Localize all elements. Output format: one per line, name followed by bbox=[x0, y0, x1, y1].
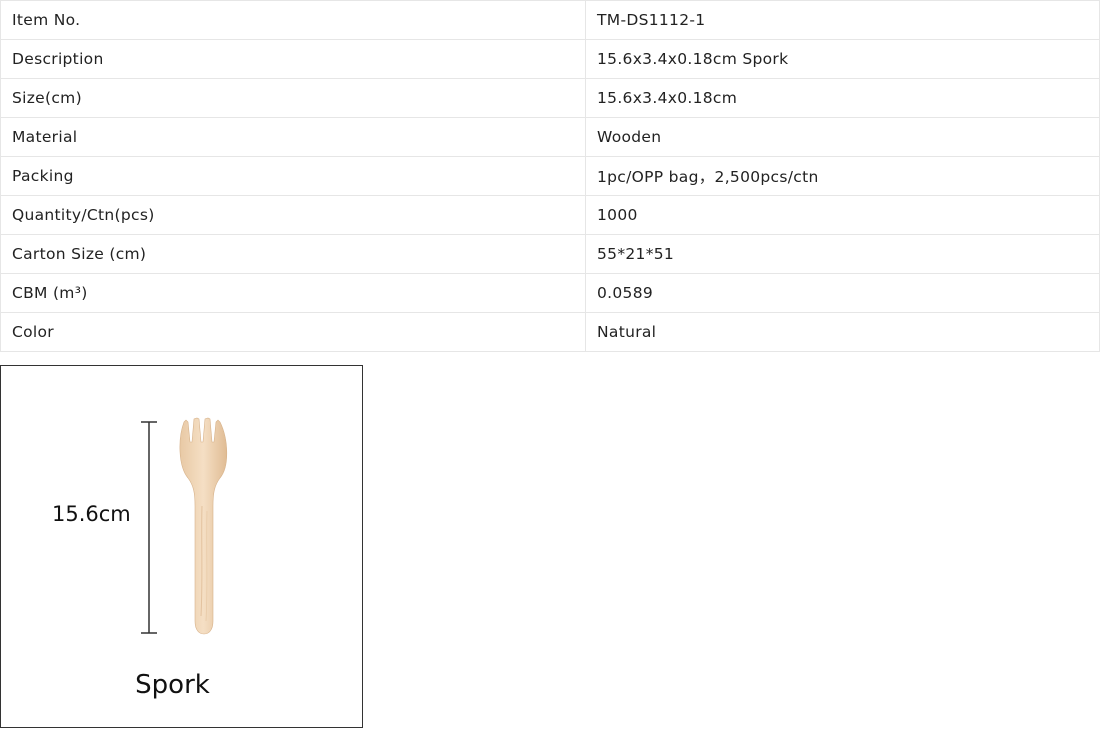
dimension-label: 15.6cm bbox=[52, 502, 131, 526]
spec-label: Description bbox=[0, 39, 586, 79]
spec-row: CBM (m³) 0.0589 bbox=[0, 273, 1100, 313]
spec-row: Size(cm) 15.6x3.4x0.18cm bbox=[0, 78, 1100, 118]
spec-value: 15.6x3.4x0.18cm bbox=[585, 78, 1100, 118]
spec-table: Item No. TM-DS1112-1 Description 15.6x3.4x0… bbox=[0, 0, 1100, 352]
spec-row: Description 15.6x3.4x0.18cm Spork bbox=[0, 39, 1100, 79]
spec-row: Quantity/Ctn(pcs) 1000 bbox=[0, 195, 1100, 235]
spec-label: Size(cm) bbox=[0, 78, 586, 118]
spec-row: Item No. TM-DS1112-1 bbox=[0, 0, 1100, 40]
spec-label: Item No. bbox=[0, 0, 586, 40]
spec-value: 1000 bbox=[585, 195, 1100, 235]
spec-value: 1pc/OPP bag，2,500pcs/ctn bbox=[585, 156, 1100, 196]
spec-label: CBM (m³) bbox=[0, 273, 586, 313]
spec-value: TM-DS1112-1 bbox=[585, 0, 1100, 40]
spec-row: Color Natural bbox=[0, 312, 1100, 352]
spec-label: Carton Size (cm) bbox=[0, 234, 586, 274]
spec-value: 0.0589 bbox=[585, 273, 1100, 313]
spec-value: Natural bbox=[585, 312, 1100, 352]
product-name: Spork bbox=[135, 670, 210, 700]
spec-value: 15.6x3.4x0.18cm Spork bbox=[585, 39, 1100, 79]
spec-table-body: Item No. TM-DS1112-1 Description 15.6x3.4x0… bbox=[0, 0, 1100, 352]
spec-value: Wooden bbox=[585, 117, 1100, 157]
spec-label: Material bbox=[0, 117, 586, 157]
spec-row: Packing 1pc/OPP bag，2,500pcs/ctn bbox=[0, 156, 1100, 196]
spec-value: 55*21*51 bbox=[585, 234, 1100, 274]
spec-label: Color bbox=[0, 312, 586, 352]
wooden-spork-icon bbox=[179, 417, 228, 635]
spec-label: Packing bbox=[0, 156, 586, 196]
dimension-line-icon bbox=[141, 421, 157, 634]
spec-label: Quantity/Ctn(pcs) bbox=[0, 195, 586, 235]
spec-row: Material Wooden bbox=[0, 117, 1100, 157]
spec-row: Carton Size (cm) 55*21*51 bbox=[0, 234, 1100, 274]
